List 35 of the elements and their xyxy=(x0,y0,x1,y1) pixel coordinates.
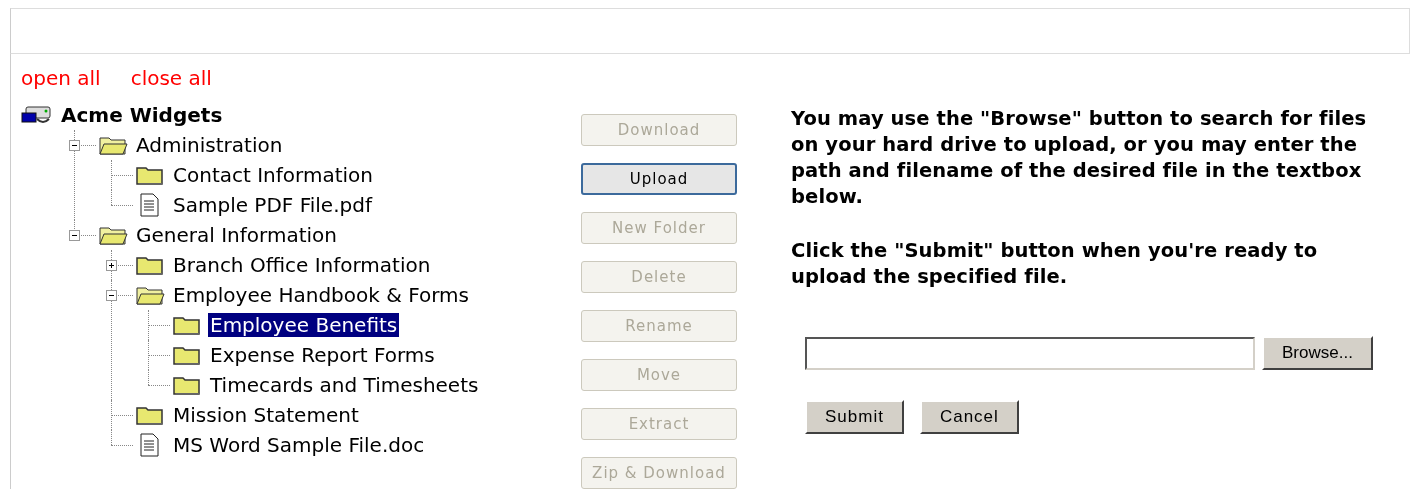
link[interactable]: open all xyxy=(21,66,101,90)
collapse-icon[interactable] xyxy=(106,290,117,301)
tree-item[interactable]: Expense Report Forms xyxy=(208,343,437,367)
tree-item[interactable]: MS Word Sample File.doc xyxy=(171,433,427,457)
action-button[interactable]: Upload xyxy=(581,163,737,195)
tree-item[interactable]: Administration xyxy=(134,133,285,157)
tree-item[interactable]: Acme Widgets xyxy=(59,103,225,127)
folder-icon xyxy=(172,374,202,396)
tree-item[interactable]: Sample PDF File.pdf xyxy=(171,193,374,217)
drive-icon xyxy=(21,105,53,125)
folder-icon xyxy=(172,314,202,336)
file-path-field[interactable] xyxy=(805,336,1255,370)
instruction-text: You may use the "Browse" button to search for files on your hard drive to upload, or you may enter the path and filename of the desired file in the textbox below. xyxy=(791,106,1368,210)
tree-item[interactable]: Employee Handbook & Forms xyxy=(171,283,471,307)
browse-button[interactable]: Browse... xyxy=(1262,336,1373,370)
folder-icon xyxy=(135,254,165,276)
tree-item[interactable]: Branch Office Information xyxy=(171,253,433,277)
folder-open-icon xyxy=(98,134,128,156)
tree-item[interactable]: General Information xyxy=(134,223,339,247)
collapse-icon[interactable] xyxy=(69,140,80,151)
cancel-button[interactable]: Cancel xyxy=(919,400,1019,434)
tree-item[interactable]: Mission Statement xyxy=(171,403,361,427)
collapse-icon[interactable] xyxy=(69,230,80,241)
folder-icon xyxy=(135,404,165,426)
submit-button[interactable]: Submit xyxy=(805,400,904,434)
expand-icon[interactable] xyxy=(106,260,117,271)
tree-item[interactable]: Contact Information xyxy=(171,163,375,187)
tree-item[interactable]: Timecards and Timesheets xyxy=(208,373,481,397)
folder-open-icon xyxy=(135,284,165,306)
folder-open-icon xyxy=(98,224,128,246)
link[interactable]: close all xyxy=(130,66,212,90)
folder-icon xyxy=(172,344,202,366)
folder-icon xyxy=(135,164,165,186)
instruction-text: Click the "Submit" button when you're ready to upload the specified file. xyxy=(791,238,1319,290)
tree-item[interactable]: Employee Benefits xyxy=(208,313,400,337)
